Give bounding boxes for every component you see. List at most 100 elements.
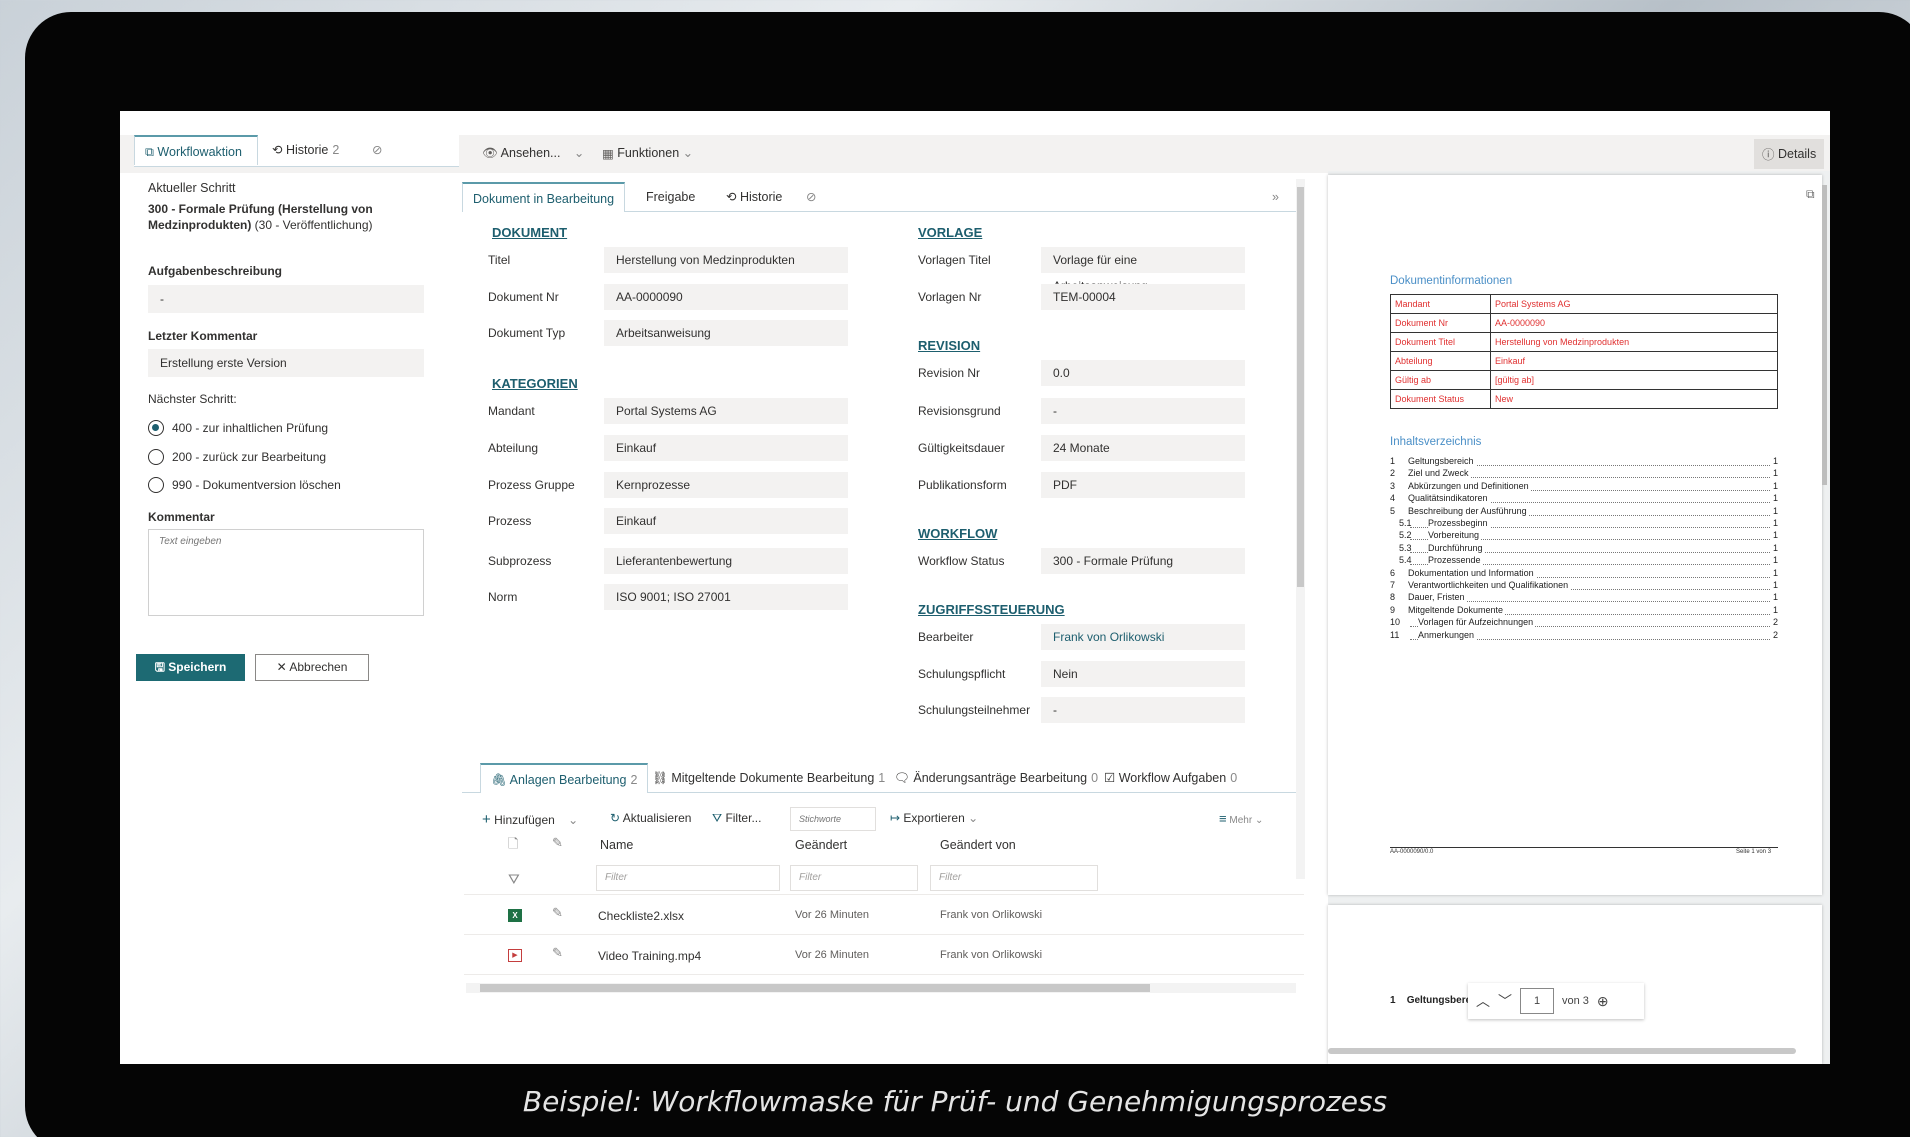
- add-button[interactable]: + Hinzufügen ⌄: [482, 811, 578, 828]
- comment-label: Kommentar: [148, 510, 215, 524]
- info-value: [gültig ab]: [1490, 370, 1778, 390]
- field-bearbeiter[interactable]: Frank von Orlikowski: [1041, 624, 1245, 650]
- task-label: Aufgabenbeschreibung: [148, 264, 283, 278]
- excel-file-icon: X: [508, 909, 522, 922]
- popout-icon[interactable]: ⧉: [1806, 187, 1815, 202]
- toc-text: Prozessbeginn: [1428, 518, 1490, 528]
- vertical-scrollbar[interactable]: [1296, 179, 1305, 879]
- preview-scrollbar[interactable]: [1328, 1048, 1796, 1054]
- refresh-button[interactable]: ↻ Aktualisieren: [610, 811, 691, 825]
- toc-page: 1: [1772, 456, 1778, 466]
- info-key: Dokument Titel: [1390, 332, 1491, 352]
- tab-anlagen[interactable]: 🖇 Anlagen Bearbeitung 2: [480, 763, 649, 793]
- horizontal-scrollbar[interactable]: [466, 983, 1296, 993]
- table-icon: ▦: [602, 147, 614, 162]
- image-caption: Beispiel: Workflowmaske für Prüf- und Ge…: [522, 1085, 1388, 1118]
- field-revisionsgrund: -: [1041, 398, 1245, 424]
- section-zugriffssteuerung: ZUGRIFFSSTEUERUNG: [918, 602, 1065, 617]
- hide-icon[interactable]: ⊘: [796, 182, 826, 212]
- edit-icon[interactable]: ✎: [552, 905, 563, 921]
- toc-title: Inhaltsverzeichnis: [1390, 436, 1482, 448]
- table-row[interactable]: [464, 895, 1304, 935]
- chevron-up-icon[interactable]: ︿: [1476, 991, 1490, 1011]
- toc-page: 1: [1772, 493, 1778, 504]
- info-row: Dokument Nr AA-0000090: [1390, 313, 1778, 333]
- field-label: Schulungsteilnehmer: [918, 703, 1031, 717]
- tab-label: Mitgeltende Dokumente Bearbeitung: [671, 771, 875, 785]
- workflow-panel: ⧉ Workflowaktion ⟲ Historie 2 ⊘ Aktueller…: [120, 111, 462, 1064]
- filter-button[interactable]: ⛛ Filter...: [712, 811, 761, 826]
- chevron-down-icon[interactable]: ﹀: [1498, 991, 1512, 1011]
- workflow-icon: ⧉: [145, 145, 154, 159]
- comment-textarea[interactable]: [148, 529, 424, 616]
- section-dokument: DOKUMENT: [492, 225, 568, 240]
- toc-number: 2: [1390, 468, 1396, 479]
- scrollbar-thumb[interactable]: [480, 984, 1150, 992]
- tab-dokument-in-bearbeitung[interactable]: Dokument in Bearbeitung: [462, 182, 626, 212]
- toc-number: 8: [1390, 592, 1396, 603]
- toc-number: 5.1: [1399, 518, 1412, 528]
- tab-workflow-aufgaben[interactable]: ☑ Workflow Aufgaben 0: [1094, 763, 1247, 793]
- filter-name-input[interactable]: Filter: [596, 865, 780, 891]
- column-name[interactable]: Name: [600, 838, 633, 852]
- field-titel: Herstellung von Medzinprodukten: [604, 247, 848, 273]
- toc-text: Abkürzungen und Definitionen: [1408, 480, 1531, 491]
- tab-aenderungsantraege[interactable]: 🗨 Änderungsanträge Bearbeitung 0: [884, 763, 1108, 793]
- cancel-button[interactable]: ✕ Abbrechen: [255, 654, 369, 681]
- toc-page: 1: [1772, 592, 1778, 603]
- field-label: Prozess Gruppe: [488, 478, 575, 492]
- left-tabs: ⧉ Workflowaktion ⟲ Historie 2 ⊘: [134, 135, 459, 167]
- radio-option-400[interactable]: 400 - zur inhaltlichen Prüfung: [148, 420, 328, 436]
- edit-column-icon: ✎: [552, 835, 563, 850]
- doc-info-table: Mandant Portal Systems AG Dokument Nr AA-0…: [1390, 294, 1778, 409]
- toc-page: 1: [1772, 518, 1778, 528]
- field-label: Dokument Nr: [488, 290, 559, 304]
- tab-freigabe[interactable]: Freigabe: [636, 182, 705, 212]
- last-comment-field: Erstellung erste Version: [148, 349, 424, 377]
- field-label: Titel: [488, 253, 511, 267]
- file-name-link[interactable]: Video Training.mp4: [598, 949, 701, 963]
- toc-text: Durchführung: [1428, 542, 1485, 553]
- toc-page: 1: [1772, 480, 1778, 491]
- zoom-in-icon[interactable]: ⊕: [1597, 993, 1609, 1010]
- radio-option-990[interactable]: 990 - Dokumentversion löschen: [148, 477, 341, 493]
- scrollbar-thumb[interactable]: [1297, 187, 1304, 587]
- column-geaendert[interactable]: Geändert: [795, 838, 847, 852]
- toc-text: Mitgeltende Dokumente: [1408, 604, 1506, 615]
- info-row: Mandant Portal Systems AG: [1390, 294, 1778, 314]
- field-label: Workflow Status: [918, 554, 1005, 568]
- radio-icon: [148, 477, 164, 493]
- chevron-down-icon: ⌄: [682, 146, 694, 160]
- tab-mitgeltende[interactable]: ⛓ Mitgeltende Dokumente Bearbeitung 1: [642, 763, 895, 793]
- video-file-icon: ▶: [508, 949, 522, 962]
- history-icon: ⟲: [726, 190, 737, 204]
- hide-panel-icon[interactable]: ⊘: [362, 135, 392, 165]
- save-button[interactable]: 🖫 Speichern: [136, 654, 245, 681]
- tab-historie[interactable]: ⟲ Historie 2: [262, 135, 349, 165]
- tab-label: Historie: [739, 190, 783, 204]
- table-row[interactable]: [464, 935, 1304, 975]
- file-name-link[interactable]: Checkliste2.xlsx: [598, 909, 684, 923]
- expand-icon[interactable]: »: [1262, 182, 1289, 212]
- export-button[interactable]: ↦ Exportieren ⌄: [890, 811, 978, 825]
- tab-workflowaktion[interactable]: ⧉ Workflowaktion: [134, 135, 258, 165]
- details-button[interactable]: ⓘ Details: [1754, 139, 1825, 169]
- chevron-down-icon: ⌄: [1254, 815, 1264, 826]
- field-schulungsteilnehmer: -: [1041, 697, 1245, 723]
- column-geaendert-von[interactable]: Geändert von: [940, 838, 1016, 852]
- page-number-input[interactable]: 1: [1520, 988, 1554, 1014]
- filter-changed-by-input[interactable]: Filter: [930, 865, 1098, 891]
- comment-icon: 🗨: [894, 771, 910, 785]
- info-row: Abteilung Einkauf: [1390, 351, 1778, 371]
- filter-changed-input[interactable]: Filter: [790, 865, 918, 891]
- radio-option-200[interactable]: 200 - zurück zur Bearbeitung: [148, 449, 326, 465]
- keyword-search-input[interactable]: [790, 807, 876, 831]
- view-button[interactable]: 👁 Ansehen... ⌄: [482, 145, 584, 161]
- more-button[interactable]: ≡ Mehr ⌄: [1219, 811, 1263, 826]
- info-row: Gültig ab [gültig ab]: [1390, 370, 1778, 390]
- edit-icon[interactable]: ✎: [552, 945, 563, 961]
- field-label: Vorlagen Nr: [918, 290, 982, 304]
- functions-button[interactable]: ▦ Funktionen ⌄: [602, 145, 693, 161]
- preview-vertical-scrollbar[interactable]: [1822, 185, 1827, 485]
- tab-historie[interactable]: ⟲ Historie: [716, 182, 792, 212]
